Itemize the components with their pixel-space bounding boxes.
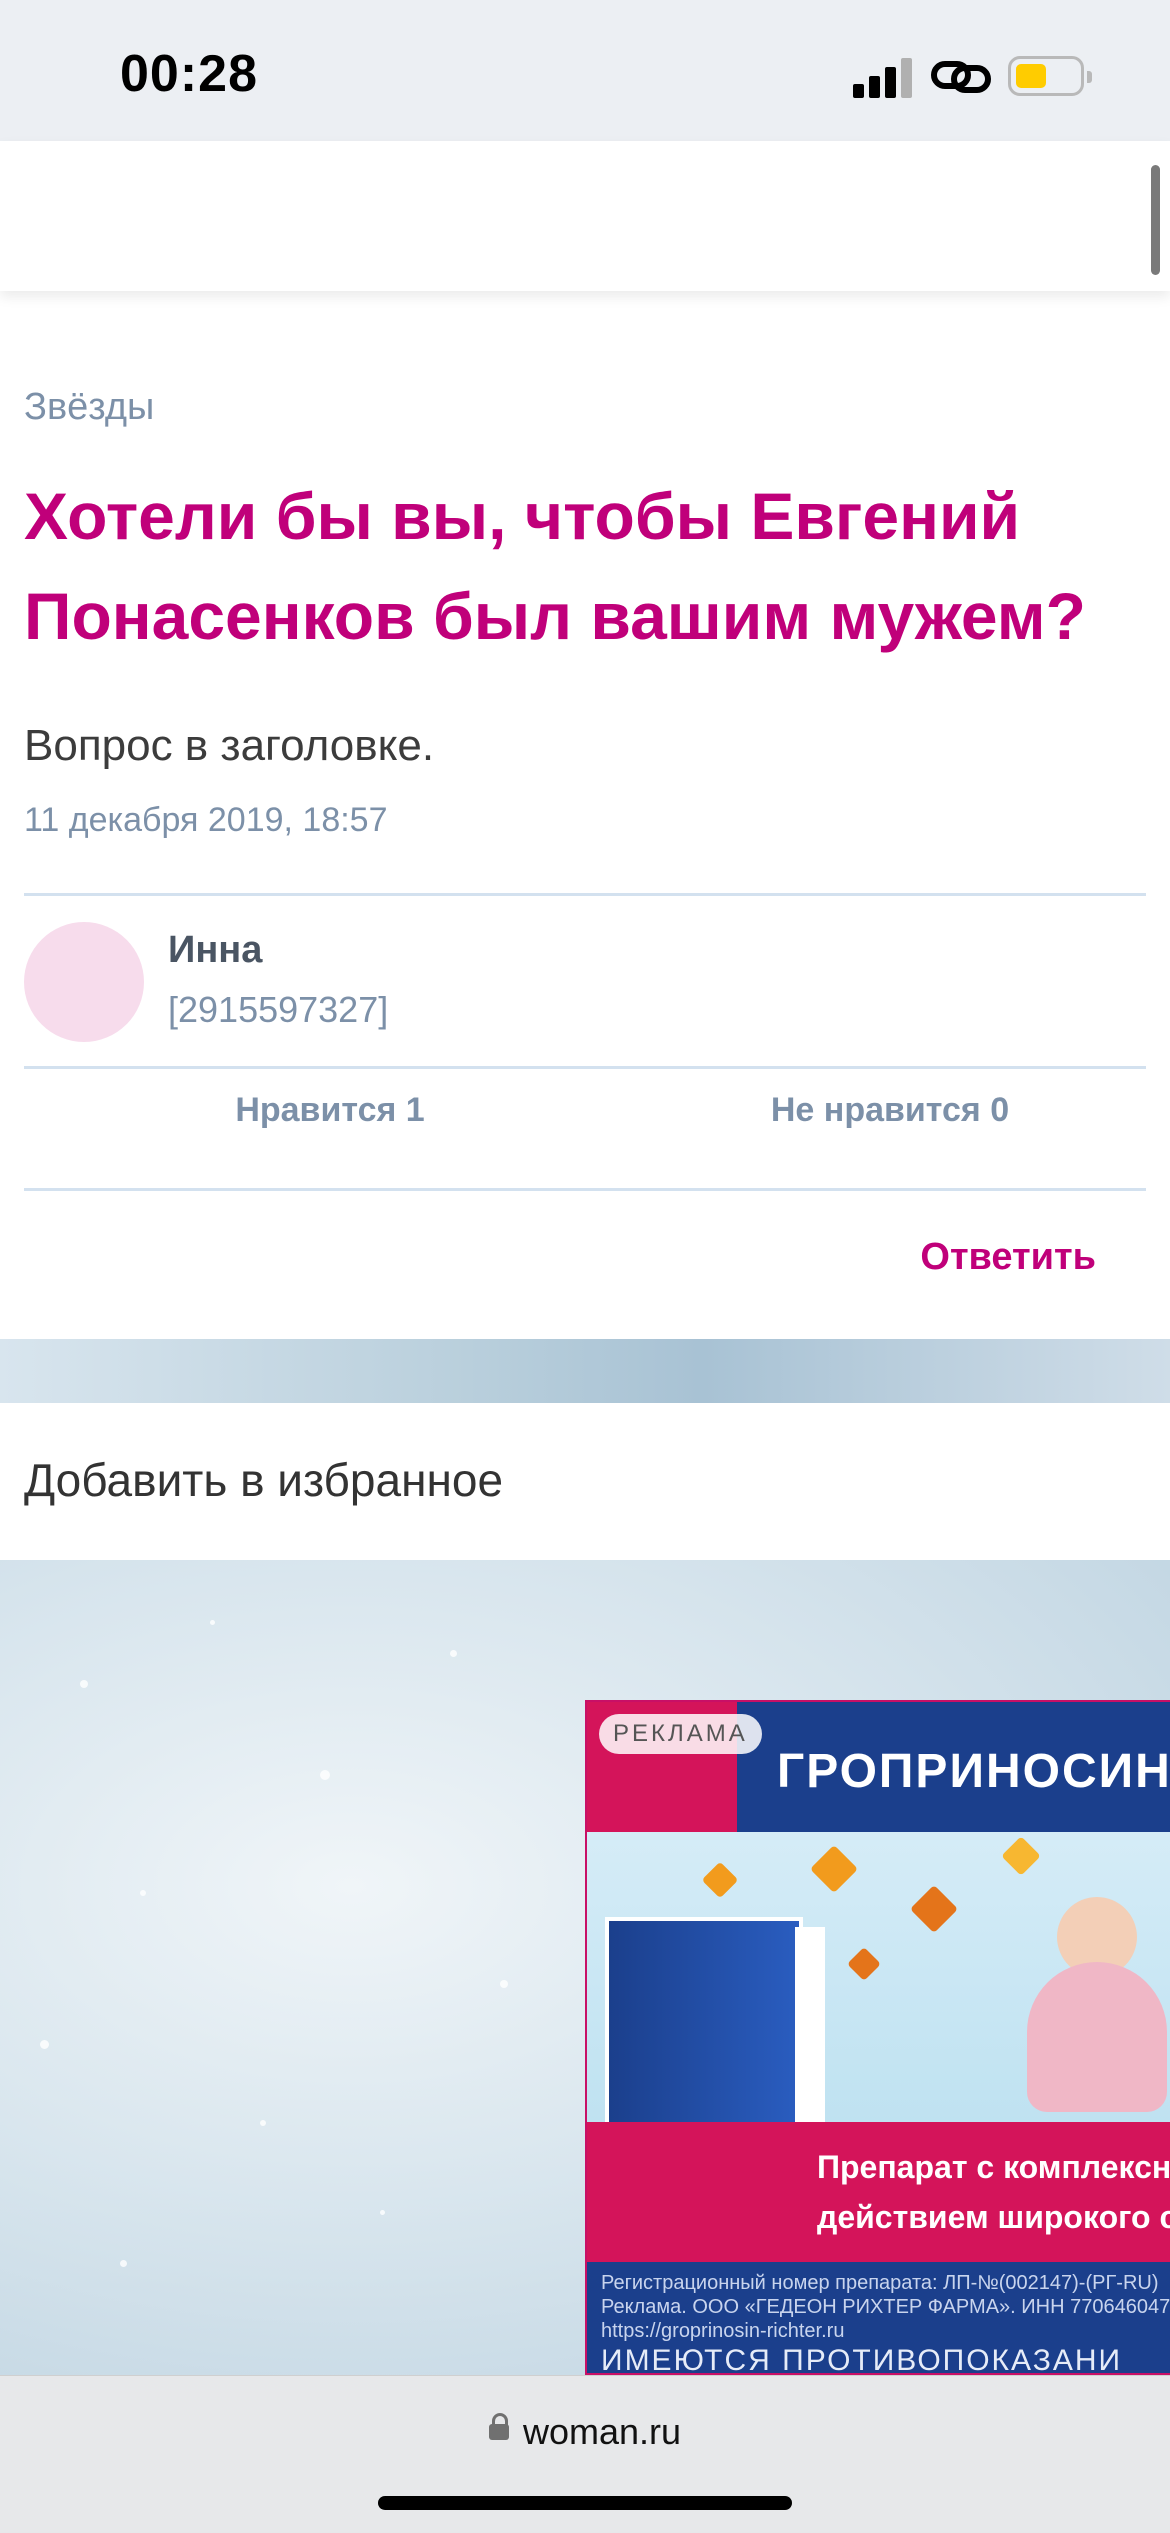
- personal-hotspot-icon: [931, 61, 991, 93]
- ad-legal-line: Реклама. ООО «ГЕДЕОН РИХТЕР ФАРМА». ИНН …: [601, 2296, 1170, 2318]
- ad-legal-block: Регистрационный номер препарата: ЛП-№(00…: [587, 2262, 1170, 2375]
- ad-text-line: действием широкого сп: [817, 2199, 1170, 2235]
- cellular-signal-icon: [853, 56, 915, 98]
- article-card: Звёзды Хотели бы вы, чтобы Евгений Понас…: [0, 291, 1170, 1339]
- question-text: Вопрос в заголовке.: [24, 721, 435, 770]
- ad-text-line: Препарат с комплексны: [817, 2149, 1170, 2185]
- author-name[interactable]: Инна: [168, 929, 262, 972]
- post-date: 11 декабря 2019, 18:57: [24, 801, 388, 839]
- url-field[interactable]: woman.ru: [0, 2411, 1170, 2453]
- background-strip: [0, 1339, 1170, 1403]
- battery-icon: [1008, 56, 1092, 96]
- scrollbar[interactable]: [1151, 165, 1160, 275]
- home-indicator[interactable]: [378, 2496, 792, 2510]
- advertisement-banner[interactable]: ГРОПРИНОСИН РЕКЛАМА Препарат с комплексн…: [585, 1700, 1170, 2375]
- url-text: woman.ru: [522, 2411, 682, 2452]
- page-title: Хотели бы вы, чтобы Евгений Понасенков б…: [24, 479, 1086, 653]
- ad-legal-line: https://groprinosin-richter.ru: [601, 2320, 845, 2342]
- divider: [24, 1066, 1146, 1069]
- divider: [24, 1188, 1146, 1191]
- category-link[interactable]: Звёзды: [24, 386, 154, 429]
- reply-button[interactable]: Ответить: [920, 1236, 1096, 1279]
- add-to-favorites-label: Добавить в избранное: [24, 1454, 504, 1506]
- author-id: [2915597327]: [168, 989, 389, 1030]
- lock-icon: [488, 2413, 509, 2441]
- ad-text: Препарат с комплексны действием широкого…: [817, 2142, 1170, 2242]
- ad-legal-line: Регистрационный номер препарата: ЛП-№(00…: [601, 2272, 1159, 2294]
- divider: [24, 893, 1146, 896]
- ad-person-body: [1027, 1962, 1167, 2112]
- ad-brand: ГРОПРИНОСИН: [777, 1745, 1170, 1798]
- status-time: 00:28: [120, 45, 258, 103]
- like-button[interactable]: Нравится 1: [0, 1091, 660, 1130]
- ad-label-badge: РЕКЛАМА: [599, 1714, 762, 1754]
- dislike-button[interactable]: Не нравится 0: [590, 1091, 1170, 1130]
- avatar[interactable]: [24, 922, 144, 1042]
- ad-legal-line: ИМЕЮТСЯ ПРОТИВОПОКАЗАНИ: [601, 2344, 1123, 2375]
- site-header: [0, 141, 1170, 291]
- status-bar: 00:28: [0, 0, 1170, 141]
- add-to-favorites-button[interactable]: Добавить в избранное: [0, 1403, 1170, 1560]
- browser-address-bar[interactable]: woman.ru: [0, 2375, 1170, 2533]
